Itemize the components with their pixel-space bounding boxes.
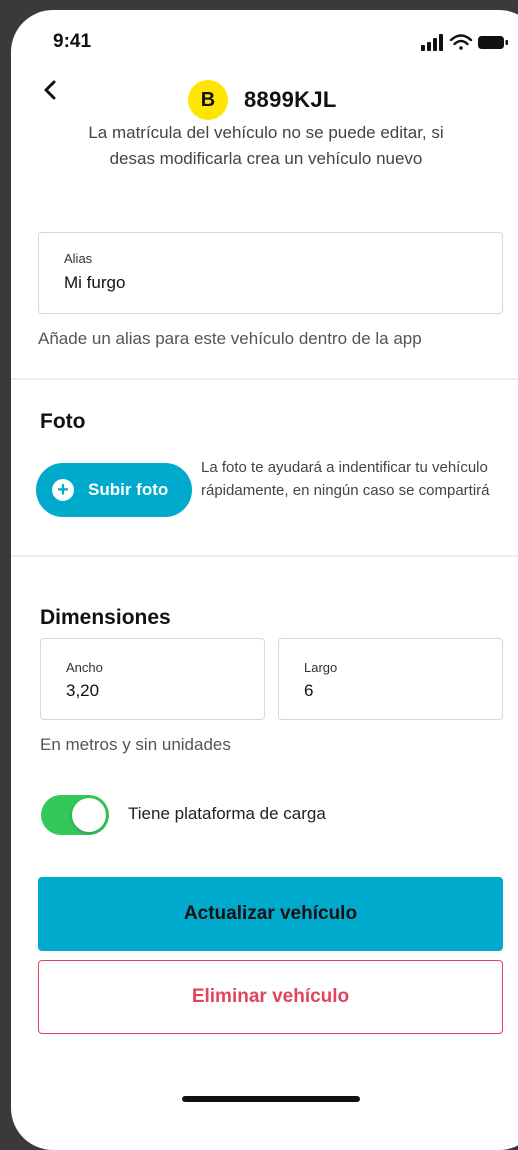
delete-vehicle-button[interactable]: Eliminar vehículo — [38, 960, 503, 1034]
home-indicator[interactable] — [182, 1096, 360, 1102]
cargo-platform-label: Tiene plataforma de carga — [128, 804, 326, 823]
divider — [11, 555, 518, 557]
update-vehicle-button[interactable]: Actualizar vehículo — [38, 877, 503, 951]
phone-screen: 9:41 B 8899KJL La matrícula del vehículo… — [11, 10, 518, 1150]
toggle-knob — [72, 798, 106, 832]
photo-note: La foto te ayudará a indentificar tu veh… — [201, 459, 490, 499]
length-value[interactable]: 6 — [304, 681, 313, 701]
status-icons — [421, 34, 508, 51]
divider — [11, 378, 518, 380]
signal-icon — [421, 34, 443, 51]
width-value[interactable]: 3,20 — [66, 681, 99, 701]
cargo-platform-toggle[interactable] — [41, 795, 109, 835]
plate-number: 8899KJL — [244, 87, 337, 112]
photo-section-title: Foto — [40, 410, 86, 433]
alias-label: Alias — [64, 251, 93, 266]
plate-country-badge: B — [188, 80, 228, 120]
length-field[interactable]: Largo 6 — [278, 638, 503, 720]
plate-note: La matrícula del vehículo no se puede ed… — [88, 123, 444, 168]
length-label: Largo — [304, 660, 338, 675]
upload-photo-button[interactable]: + Subir foto — [36, 463, 192, 517]
upload-photo-label: Subir foto — [88, 480, 169, 499]
alias-helper: Añade un alias para este vehículo dentro… — [38, 329, 422, 348]
plus-circle-icon: + — [52, 479, 74, 501]
width-field[interactable]: Ancho 3,20 — [40, 638, 265, 720]
dimensions-helper: En metros y sin unidades — [40, 735, 231, 754]
battery-icon — [478, 36, 508, 49]
alias-value[interactable]: Mi furgo — [64, 273, 125, 293]
license-plate: B 8899KJL — [188, 80, 337, 120]
dimensions-section-title: Dimensiones — [40, 606, 171, 629]
wifi-icon — [449, 34, 473, 50]
status-bar: 9:41 — [11, 10, 518, 70]
status-time: 9:41 — [53, 31, 92, 52]
width-label: Ancho — [66, 660, 103, 675]
back-chevron-icon[interactable] — [39, 78, 63, 102]
alias-field[interactable]: Alias Mi furgo — [38, 232, 503, 314]
